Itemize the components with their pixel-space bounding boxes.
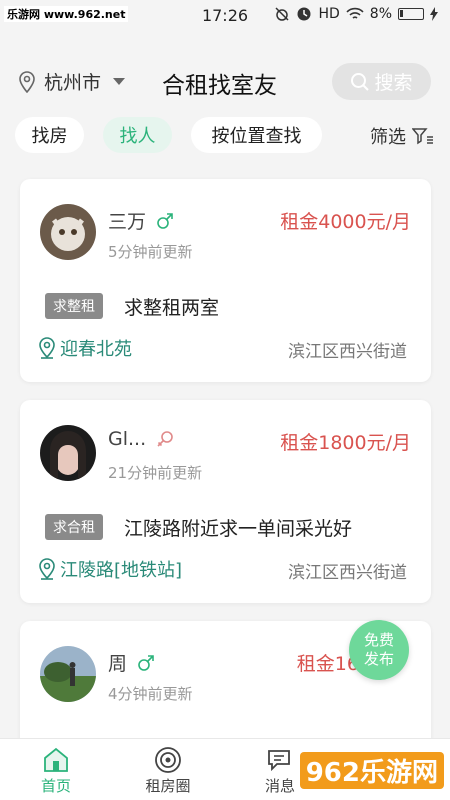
- site-watermark-logo: 962乐游网: [299, 752, 444, 789]
- user-name: 周: [108, 649, 155, 676]
- location-name: 迎春北苑: [60, 339, 132, 360]
- listing-description: 求整租两室: [124, 297, 220, 319]
- hd-label: HD: [318, 6, 340, 22]
- update-time: 4分钟前更新: [108, 685, 193, 703]
- tab-home[interactable]: 首页: [21, 745, 91, 796]
- user-name: 三万: [108, 207, 174, 234]
- chevron-down-icon: [113, 78, 126, 85]
- listing-card[interactable]: Gl... 21分钟前更新 租金1800元/月 求合租 江陵路附近求一单间采光好…: [20, 400, 431, 603]
- charging-icon: [430, 7, 438, 21]
- rent-price: 租金1800元/月: [280, 432, 411, 454]
- filter-icon: [412, 128, 433, 145]
- location-pin-icon: [39, 337, 55, 359]
- avatar[interactable]: [40, 646, 96, 702]
- search-label: 搜索: [374, 72, 413, 94]
- battery-percent: 8%: [369, 6, 392, 22]
- status-bar: 乐游网 www.962.net 17:26 HD 8%: [0, 0, 450, 32]
- user-name-text: 周: [108, 653, 128, 675]
- male-icon: [138, 654, 154, 671]
- status-icons: HD 8%: [274, 6, 438, 22]
- update-time: 21分钟前更新: [108, 464, 203, 482]
- avatar[interactable]: [40, 425, 96, 481]
- listing-location[interactable]: 迎春北苑: [38, 335, 132, 361]
- district: 滨江区西兴街道: [288, 563, 407, 583]
- location-pin-icon: [39, 558, 55, 580]
- female-icon: [157, 431, 173, 447]
- wifi-icon: [346, 7, 364, 19]
- top-bar: 杭州市 合租找室友 搜索: [0, 54, 450, 108]
- page-title: 合租找室友: [162, 73, 277, 99]
- home-icon: [44, 747, 68, 772]
- filter-label: 筛选: [370, 127, 406, 148]
- user-name-text: Gl...: [108, 428, 147, 450]
- chip-find-by-location[interactable]: 按位置查找: [191, 117, 322, 153]
- location-name: 江陵路[地铁站]: [60, 560, 183, 581]
- status-badge: 求合租: [45, 514, 103, 540]
- listing-location[interactable]: 江陵路[地铁站]: [38, 556, 182, 582]
- location-pin-icon: [19, 70, 35, 93]
- tab-label: 租房圈: [145, 777, 191, 795]
- alarm-off-icon: [275, 7, 289, 21]
- user-name-text: 三万: [108, 211, 147, 233]
- male-icon: [157, 212, 173, 229]
- clock-icon: [297, 7, 311, 21]
- user-name: Gl...: [108, 428, 174, 450]
- chip-find-people[interactable]: 找人: [103, 117, 172, 153]
- chip-find-room[interactable]: 找房: [15, 117, 84, 153]
- circle-icon: [155, 747, 181, 773]
- filter-bar: 找房 找人 按位置查找 筛选: [0, 117, 450, 155]
- rent-price: 租金4000元/月: [280, 211, 411, 233]
- district: 滨江区西兴街道: [288, 342, 407, 362]
- chat-icon: [268, 750, 290, 772]
- search-button[interactable]: 搜索: [332, 63, 431, 100]
- tab-rental-circle[interactable]: 租房圈: [133, 745, 203, 796]
- publish-fab[interactable]: 免费 发布: [349, 620, 409, 680]
- tab-label: 首页: [40, 777, 71, 795]
- search-icon: [351, 72, 370, 91]
- city-selector[interactable]: 杭州市: [18, 68, 126, 95]
- fab-line1: 免费: [363, 631, 394, 649]
- city-name: 杭州市: [44, 72, 102, 94]
- listing-card[interactable]: 三万 5分钟前更新 租金4000元/月 求整租 求整租两室 迎春北苑 滨江区西兴…: [20, 179, 431, 382]
- update-time: 5分钟前更新: [108, 243, 193, 261]
- listing-description: 江陵路附近求一单间采光好: [124, 518, 353, 540]
- status-badge: 求整租: [45, 293, 103, 319]
- battery-icon: [398, 8, 424, 20]
- filter-button[interactable]: 筛选: [370, 123, 434, 149]
- fab-line2: 发布: [363, 650, 394, 668]
- avatar[interactable]: [40, 204, 96, 260]
